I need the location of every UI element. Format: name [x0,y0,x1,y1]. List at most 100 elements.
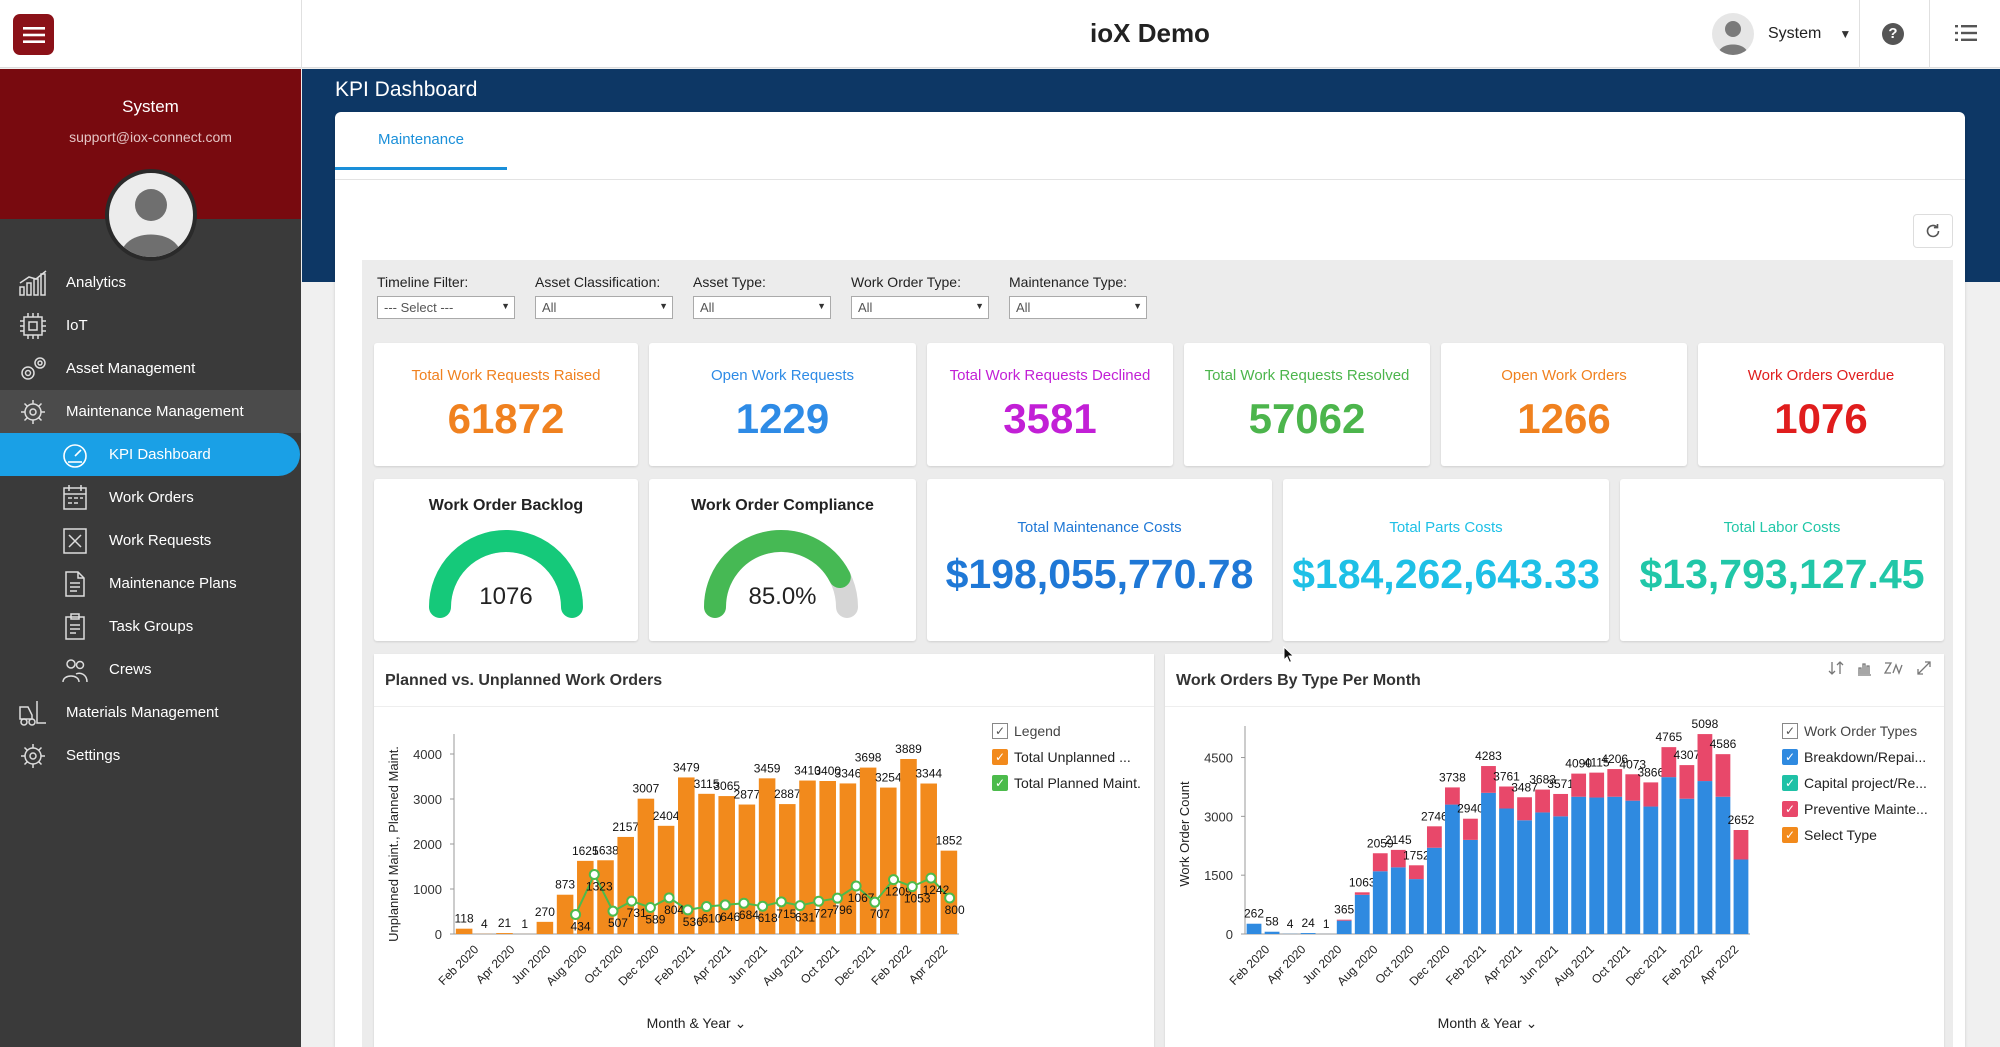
bar [920,783,937,934]
line-point [794,900,806,912]
bar-segment [1336,919,1352,921]
line-point [906,881,918,893]
kpi-card-total-requests: Total Work Requests Raised 61872 [374,343,638,466]
work-order-type-select[interactable]: All ▼ [851,296,989,319]
legend-header[interactable]: ✓ Legend [992,718,1141,744]
sidebar-item-materials-management[interactable]: Materials Management [0,691,301,734]
sidebar-item-iot[interactable]: IoT [0,304,301,347]
profile-avatar[interactable] [105,169,197,261]
legend-item-select-type[interactable]: ✓ Select Type [1782,822,1928,848]
data-label: 58 [1265,915,1279,929]
y-tick-label: 1500 [1204,868,1233,883]
sidebar-item-analytics[interactable]: Analytics [0,261,301,304]
data-label: 118 [455,912,474,926]
bar-segment [1661,777,1677,934]
data-label: 610 [701,912,721,926]
cost-card-parts: Total Parts Costs $184,262,643.33 [1283,479,1609,641]
data-label: 3889 [895,742,922,756]
bar-segment [1571,773,1587,797]
legend-item-unplanned[interactable]: ✓ Total Unplanned ... [992,744,1141,770]
dropdown-arrow-icon: ▼ [501,301,510,311]
bar-segment [1463,839,1478,934]
data-label: 3346 [835,766,862,780]
legend-item-breakdown[interactable]: ✓ Breakdown/Repai... [1782,744,1928,770]
bar-segment [1607,796,1623,934]
planned-vs-unplanned-chart: Planned vs. Unplanned Work Orders 0 1000 2… [374,654,1154,1047]
line-point [944,892,956,904]
data-label: 270 [535,905,555,919]
data-label: 1 [1323,917,1330,931]
refresh-icon [1926,224,1940,238]
chart-legend: ✓ Work Order Types ✓ Breakdown/Repai... ✓ C… [1782,718,1928,848]
bar-segment [1679,798,1695,934]
analytics-icon [19,270,47,296]
sidebar-item-settings[interactable]: Settings [0,734,301,777]
x-tick-label: Feb 2022 [1659,942,1705,988]
sidebar-item-maintenance-management[interactable]: Maintenance Management [0,390,301,433]
line-point [701,901,712,913]
line-point [813,895,825,907]
legend-header[interactable]: ✓ Work Order Types [1782,718,1928,744]
asset-classification-select[interactable]: All ▼ [535,296,673,319]
list-menu-icon[interactable] [1955,24,1977,42]
checkbox-icon: ✓ [992,723,1008,739]
data-label: 3738 [1439,770,1466,784]
bar [455,928,473,934]
dashboard-panel: Maintenance Timeline Filter: --- Select … [335,112,1965,1047]
sidebar-item-work-orders[interactable]: Work Orders [0,476,301,519]
sidebar-item-maintenance-plans[interactable]: Maintenance Plans [0,562,301,605]
sidebar-item-task-groups[interactable]: Task Groups [0,605,301,648]
bar-segment [1697,781,1713,934]
sidebar-item-asset-management[interactable]: Asset Management [0,347,301,390]
data-label: 3007 [633,782,660,796]
timeline-filter-select[interactable]: --- Select --- ▼ [377,296,515,319]
kpi-card-open-work-orders: Open Work Orders 1266 [1441,343,1687,466]
sidebar-item-kpi-dashboard[interactable]: KPI Dashboard [0,433,300,476]
bar-segment [1517,820,1532,934]
asset-type-select[interactable]: All ▼ [693,296,831,319]
data-label: 1063 [1349,875,1376,889]
bar-segment [1426,826,1442,848]
kpi-card-open-requests: Open Work Requests 1229 [649,343,916,466]
data-label: 2145 [1385,833,1412,847]
sidebar-item-crews[interactable]: Crews [0,648,301,691]
bar-segment [1643,806,1659,934]
line-point [925,872,937,884]
maintenance-type-filter: Maintenance Type: All ▼ [1009,274,1147,319]
maintenance-type-select[interactable]: All ▼ [1009,296,1147,319]
line-point [570,908,582,920]
line-point [775,896,787,908]
x-axis-label: Month & Year ⌄ [647,1015,747,1031]
work-orders-by-type-chart: Work Orders By Type Per Month 0 1500 3000 4… [1165,654,1944,1047]
bar-segment [1553,816,1569,934]
app-title: ioX Demo [1090,18,1210,48]
line-point [831,892,843,904]
legend-item-planned[interactable]: ✓ Total Planned Maint. [992,770,1141,796]
data-label: 727 [814,906,834,920]
tab-maintenance[interactable]: Maintenance [335,112,507,170]
y-tick-label: 2000 [413,837,442,852]
refresh-button[interactable] [1913,214,1953,248]
data-label: 3571 [1547,777,1574,791]
gauge-card-compliance: Work Order Compliance 85.0% [649,479,916,641]
user-menu[interactable]: System ▼ [1712,12,1851,56]
legend-item-capital-project[interactable]: ✓ Capital project/Re... [1782,770,1928,796]
help-icon[interactable]: ? [1882,23,1904,45]
profile-email: support@iox-connect.com [69,129,232,145]
menu-toggle-button[interactable] [13,14,54,55]
line-point [607,905,619,917]
user-name: System [1768,25,1822,42]
x-tick-label: Feb 2021 [652,942,698,988]
y-axis-label: Work Order Count [1177,781,1192,887]
data-label: 1852 [936,834,963,848]
checkbox-icon: ✓ [992,749,1008,765]
data-label: 804 [664,903,684,917]
data-label: 3866 [1637,765,1664,779]
chart-legend: ✓ Legend ✓ Total Unplanned ... ✓ Total Plan… [992,718,1141,796]
legend-item-preventive[interactable]: ✓ Preventive Mainte... [1782,796,1928,822]
data-label: 3479 [673,760,700,774]
sidebar-item-work-requests[interactable]: Work Requests [0,519,301,562]
bar-segment [1354,894,1370,934]
data-label: 3698 [855,751,882,765]
bar-segment [1625,800,1641,934]
